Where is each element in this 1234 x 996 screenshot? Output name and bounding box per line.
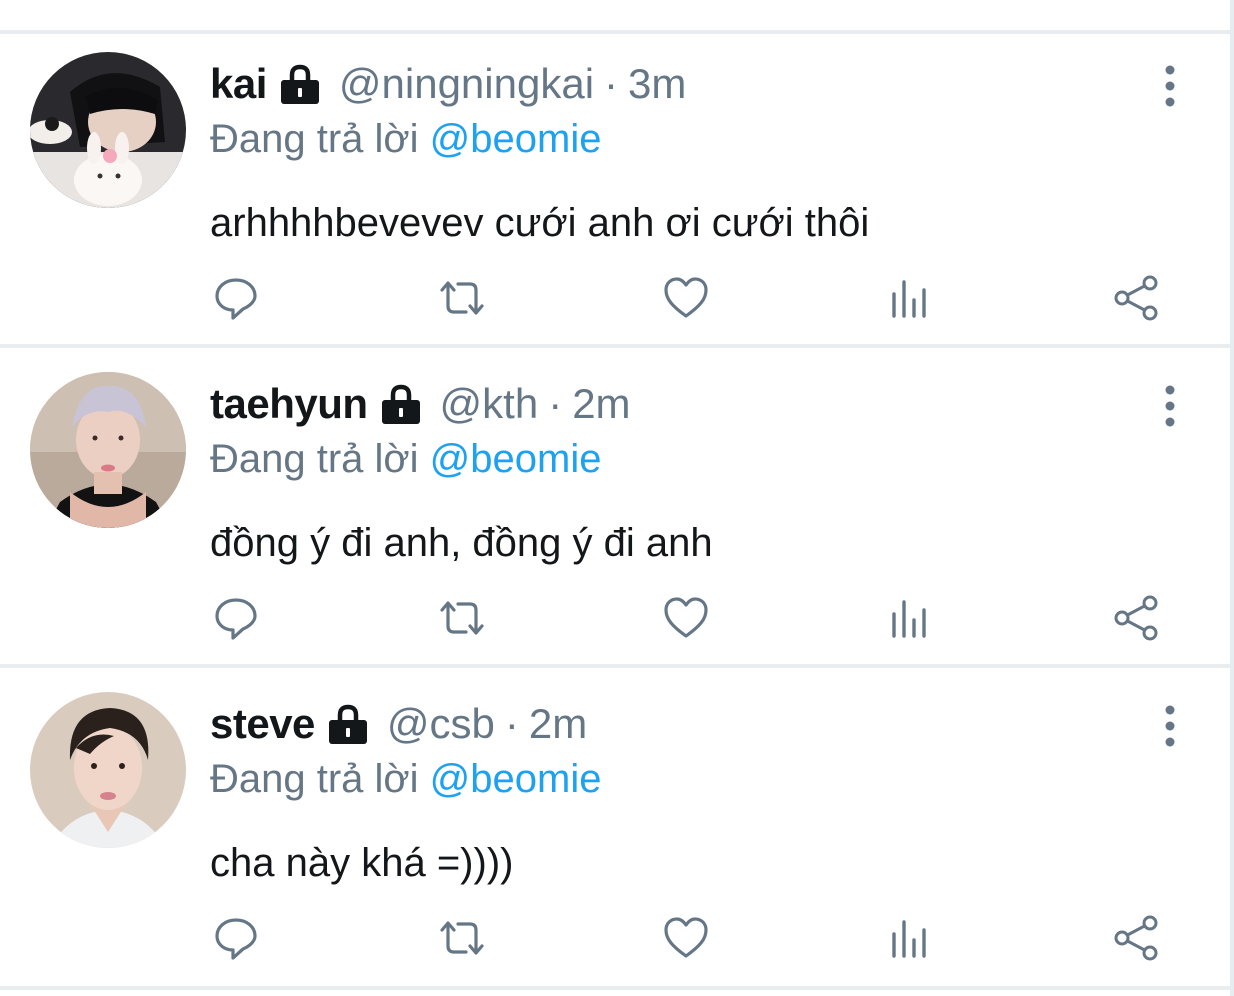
share-icon bbox=[1114, 915, 1158, 961]
more-vertical-icon[interactable] bbox=[1154, 382, 1186, 430]
display-name[interactable]: kai bbox=[210, 56, 267, 112]
scroll-edge bbox=[1230, 0, 1234, 996]
retweet-button[interactable] bbox=[434, 590, 490, 646]
tweet-text: cha này khá =)))) bbox=[210, 841, 514, 885]
avatar-taehyun[interactable] bbox=[30, 372, 186, 528]
tweet-header: taehyun @kth · 2m bbox=[210, 376, 631, 432]
like-icon bbox=[664, 277, 708, 318]
retweet-icon bbox=[440, 921, 484, 955]
display-name[interactable]: taehyun bbox=[210, 376, 368, 432]
avatar-kai[interactable] bbox=[30, 52, 186, 208]
replying-to: Đang trả lời @beomie bbox=[210, 754, 601, 804]
lock-icon bbox=[328, 704, 367, 744]
analytics-icon bbox=[892, 600, 926, 638]
reply-button[interactable] bbox=[208, 270, 264, 326]
like-button[interactable] bbox=[658, 590, 714, 646]
tweet-steve[interactable]: steve @csb · 2m Đang trả lời @beomie cha… bbox=[0, 674, 1230, 990]
analytics-icon bbox=[892, 920, 926, 958]
retweet-button[interactable] bbox=[434, 910, 490, 966]
replying-to: Đang trả lời @beomie bbox=[210, 434, 601, 484]
divider bbox=[0, 986, 1230, 990]
analytics-button[interactable] bbox=[882, 270, 938, 326]
reply-mention-link[interactable]: @beomie bbox=[430, 757, 602, 801]
more-vertical-icon[interactable] bbox=[1154, 702, 1186, 750]
separator-dot: · bbox=[504, 700, 519, 747]
display-name[interactable]: steve bbox=[210, 696, 315, 752]
tweet-actions bbox=[0, 590, 1230, 646]
user-handle[interactable]: @kth bbox=[440, 376, 539, 432]
avatar-steve[interactable] bbox=[30, 692, 186, 848]
reply-icon bbox=[215, 278, 257, 320]
like-button[interactable] bbox=[658, 910, 714, 966]
share-icon bbox=[1114, 595, 1158, 641]
share-icon bbox=[1114, 275, 1158, 321]
tweet-header: steve @csb · 2m bbox=[210, 696, 587, 752]
like-icon bbox=[664, 597, 708, 638]
like-icon bbox=[664, 917, 708, 958]
reply-icon bbox=[215, 918, 257, 960]
replying-to: Đang trả lời @beomie bbox=[210, 114, 601, 164]
tweet-header: kai @ningningkai · 3m bbox=[210, 56, 686, 112]
separator-dot: · bbox=[604, 60, 619, 107]
tweet-kai[interactable]: kai @ningningkai · 3m Đang trả lời @beom… bbox=[0, 34, 1230, 350]
reply-mention-link[interactable]: @beomie bbox=[430, 437, 602, 481]
tweet-taehyun[interactable]: taehyun @kth · 2m Đang trả lời @beomie đ… bbox=[0, 354, 1230, 670]
retweet-icon bbox=[440, 281, 484, 315]
reply-prefix: Đang trả lời bbox=[210, 117, 419, 161]
share-button[interactable] bbox=[1108, 270, 1164, 326]
timestamp[interactable]: 2m bbox=[572, 376, 630, 432]
lock-icon bbox=[280, 64, 319, 104]
reply-icon bbox=[215, 598, 257, 640]
timestamp[interactable]: 3m bbox=[628, 56, 686, 112]
reply-prefix: Đang trả lời bbox=[210, 437, 419, 481]
more-vertical-icon[interactable] bbox=[1154, 62, 1186, 110]
user-handle[interactable]: @csb bbox=[387, 696, 495, 752]
tweet-text: arhhhhbevevev cưới anh ơi cưới thôi bbox=[210, 201, 870, 245]
retweet-button[interactable] bbox=[434, 270, 490, 326]
separator-dot: · bbox=[548, 380, 563, 427]
tweet-actions bbox=[0, 270, 1230, 326]
reply-button[interactable] bbox=[208, 590, 264, 646]
share-button[interactable] bbox=[1108, 910, 1164, 966]
user-handle[interactable]: @ningningkai bbox=[339, 56, 594, 112]
tweet-text: đồng ý đi anh, đồng ý đi anh bbox=[210, 521, 713, 565]
divider bbox=[0, 664, 1230, 668]
analytics-icon bbox=[892, 280, 926, 318]
divider bbox=[0, 344, 1230, 348]
analytics-button[interactable] bbox=[882, 590, 938, 646]
tweet-actions bbox=[0, 910, 1230, 966]
lock-icon bbox=[381, 384, 420, 424]
timestamp[interactable]: 2m bbox=[529, 696, 587, 752]
like-button[interactable] bbox=[658, 270, 714, 326]
reply-prefix: Đang trả lời bbox=[210, 757, 419, 801]
retweet-icon bbox=[440, 601, 484, 635]
reply-mention-link[interactable]: @beomie bbox=[430, 117, 602, 161]
reply-button[interactable] bbox=[208, 910, 264, 966]
analytics-button[interactable] bbox=[882, 910, 938, 966]
share-button[interactable] bbox=[1108, 590, 1164, 646]
tweet-feed: kai @ningningkai · 3m Đang trả lời @beom… bbox=[0, 0, 1234, 996]
